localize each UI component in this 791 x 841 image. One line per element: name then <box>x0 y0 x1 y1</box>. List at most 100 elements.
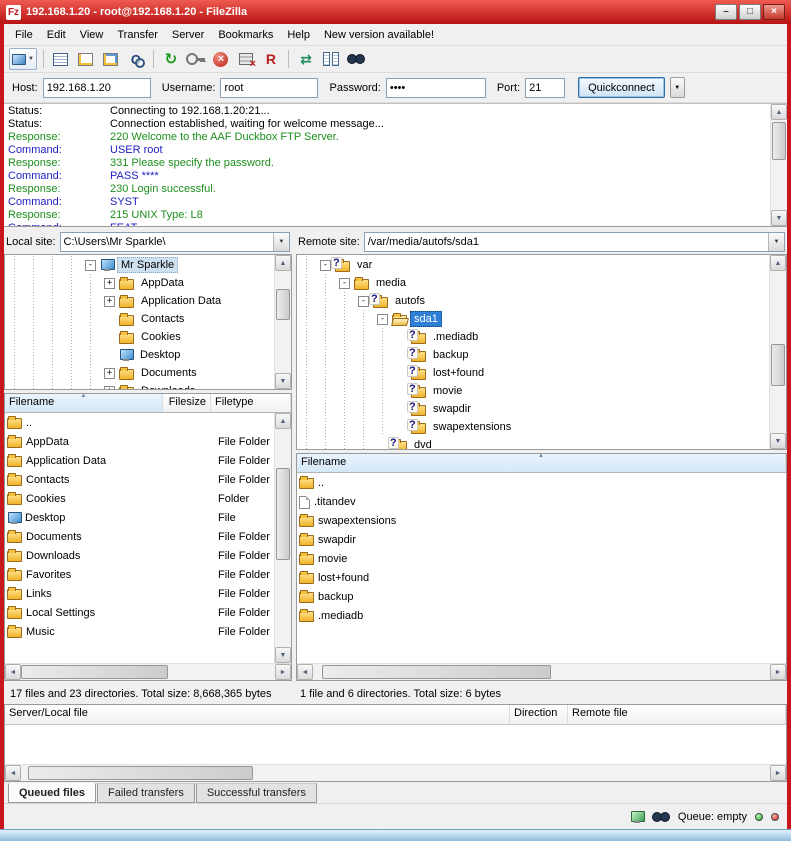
scroll-down-icon[interactable]: ▼ <box>275 373 291 389</box>
remote-file-row-titandev[interactable]: .titandev <box>297 492 786 511</box>
monitor-status-icon[interactable] <box>630 811 644 823</box>
binoculars-status-icon[interactable] <box>652 812 670 822</box>
menu-help[interactable]: Help <box>280 26 317 44</box>
remote-tree-item-media[interactable]: -media <box>297 274 769 292</box>
local-site-dropdown-icon[interactable]: ▼ <box>273 233 289 251</box>
remote-tree-scrollbar[interactable]: ▲ ▼ <box>769 255 786 449</box>
queue-hscrollbar[interactable]: ◄ ► <box>5 764 786 781</box>
remote-file-row-mediadb[interactable]: .mediadb <box>297 606 786 625</box>
tab-failed-transfers[interactable]: Failed transfers <box>97 783 195 803</box>
local-tree-toggle-icon[interactable] <box>75 48 97 70</box>
close-button[interactable]: × <box>763 4 785 20</box>
maximize-button[interactable]: □ <box>739 4 761 20</box>
local-column-filename[interactable]: Filename <box>5 394 163 412</box>
local-file-row-contacts[interactable]: ContactsFile Folder <box>5 470 274 489</box>
local-file-row-cookies[interactable]: CookiesFolder <box>5 489 274 508</box>
local-tree-item-desktop[interactable]: Desktop <box>5 346 274 364</box>
plus-expander-icon[interactable]: + <box>100 368 119 379</box>
local-column-filesize[interactable]: Filesize <box>163 394 211 412</box>
username-input[interactable] <box>220 78 318 98</box>
local-list-scrollbar[interactable]: ▲ ▼ <box>274 413 291 663</box>
site-manager-icon[interactable]: ▼ <box>9 48 37 70</box>
menu-edit[interactable]: Edit <box>40 26 73 44</box>
cancel-icon[interactable] <box>210 48 232 70</box>
host-input[interactable] <box>43 78 151 98</box>
menu-transfer[interactable]: Transfer <box>110 26 165 44</box>
disconnect-icon[interactable] <box>235 48 257 70</box>
remote-file-row-item[interactable]: .. <box>297 473 786 492</box>
site-manager-dropdown-icon[interactable]: ▼ <box>28 56 34 62</box>
scroll-up-icon[interactable]: ▲ <box>275 413 291 429</box>
minus-expander-icon[interactable]: - <box>335 278 354 289</box>
quickconnect-dropdown-icon[interactable]: ▼ <box>670 77 685 98</box>
process-queue-icon[interactable] <box>185 48 207 70</box>
remote-tree-item-lost-found[interactable]: lost+found <box>297 364 769 382</box>
local-column-filetype[interactable]: Filetype <box>211 394 291 412</box>
password-input[interactable] <box>386 78 486 98</box>
remote-tree-item-movie[interactable]: movie <box>297 382 769 400</box>
local-tree-item-application-data[interactable]: +Application Data <box>5 292 274 310</box>
scroll-down-icon[interactable]: ▼ <box>771 210 787 226</box>
scroll-right-icon[interactable]: ► <box>275 664 291 680</box>
remote-file-row-swapdir[interactable]: swapdir <box>297 530 786 549</box>
local-file-row-downloads[interactable]: DownloadsFile Folder <box>5 546 274 565</box>
remote-tree-item-sda1[interactable]: -sda1 <box>297 310 769 328</box>
tab-queued-files[interactable]: Queued files <box>8 783 96 803</box>
remote-file-row-movie[interactable]: movie <box>297 549 786 568</box>
local-tree-item-documents[interactable]: +Documents <box>5 364 274 382</box>
scroll-left-icon[interactable]: ◄ <box>297 664 313 680</box>
local-list-hscrollbar[interactable]: ◄ ► <box>5 663 291 680</box>
plus-expander-icon[interactable]: + <box>100 386 119 390</box>
remote-tree-item-var[interactable]: -var <box>297 256 769 274</box>
find-files-icon[interactable] <box>345 48 367 70</box>
local-file-row-item[interactable]: .. <box>5 413 274 432</box>
minimize-button[interactable]: – <box>715 4 737 20</box>
scroll-left-icon[interactable]: ◄ <box>5 765 21 781</box>
remote-tree-item-swapdir[interactable]: swapdir <box>297 400 769 418</box>
remote-file-row-lost-found[interactable]: lost+found <box>297 568 786 587</box>
plus-expander-icon[interactable]: + <box>100 278 119 289</box>
menu-server[interactable]: Server <box>165 26 211 44</box>
local-file-row-documents[interactable]: DocumentsFile Folder <box>5 527 274 546</box>
menu-file[interactable]: File <box>8 26 40 44</box>
local-tree-item-mr-sparkle[interactable]: -Mr Sparkle <box>5 256 274 274</box>
remote-site-combo[interactable]: ▼ <box>364 232 785 252</box>
tab-successful-transfers[interactable]: Successful transfers <box>196 783 317 803</box>
menu-view[interactable]: View <box>73 26 111 44</box>
message-log-toggle-icon[interactable] <box>50 48 72 70</box>
local-tree-item-downloads[interactable]: +Downloads <box>5 382 274 389</box>
refresh-icon[interactable] <box>160 48 182 70</box>
queue-column-direction[interactable]: Direction <box>510 705 568 724</box>
local-tree-item-appdata[interactable]: +AppData <box>5 274 274 292</box>
directory-comparison-icon[interactable] <box>320 48 342 70</box>
menu-new-version-available[interactable]: New version available! <box>317 26 441 44</box>
scroll-right-icon[interactable]: ► <box>770 664 786 680</box>
remote-list-hscrollbar[interactable]: ◄ ► <box>297 663 786 680</box>
message-log-scrollbar[interactable]: ▲ ▼ <box>770 104 787 226</box>
local-site-combo[interactable]: ▼ <box>60 232 290 252</box>
scroll-right-icon[interactable]: ► <box>770 765 786 781</box>
plus-expander-icon[interactable]: + <box>100 296 119 307</box>
queue-column-remote-file[interactable]: Remote file <box>568 705 786 724</box>
menu-bookmarks[interactable]: Bookmarks <box>211 26 280 44</box>
local-file-row-appdata[interactable]: AppDataFile Folder <box>5 432 274 451</box>
local-file-row-local-settings[interactable]: Local SettingsFile Folder <box>5 603 274 622</box>
remote-site-dropdown-icon[interactable]: ▼ <box>768 233 784 251</box>
remote-tree-toggle-icon[interactable] <box>100 48 122 70</box>
scroll-down-icon[interactable]: ▼ <box>275 647 291 663</box>
local-file-row-favorites[interactable]: FavoritesFile Folder <box>5 565 274 584</box>
remote-tree-item-backup[interactable]: backup <box>297 346 769 364</box>
remote-tree-item-dvd[interactable]: dvd <box>297 436 769 449</box>
local-file-row-links[interactable]: LinksFile Folder <box>5 584 274 603</box>
queue-toggle-icon[interactable] <box>125 48 147 70</box>
remote-site-input[interactable] <box>365 233 768 251</box>
queue-column-server-local-file[interactable]: Server/Local file <box>5 705 510 724</box>
remote-tree-item-autofs[interactable]: -autofs <box>297 292 769 310</box>
scroll-down-icon[interactable]: ▼ <box>770 433 786 449</box>
minus-expander-icon[interactable]: - <box>81 260 100 271</box>
quickconnect-button[interactable]: Quickconnect <box>578 77 665 98</box>
local-file-row-application-data[interactable]: Application DataFile Folder <box>5 451 274 470</box>
synchronized-browsing-icon[interactable] <box>295 48 317 70</box>
reconnect-icon[interactable] <box>260 48 282 70</box>
local-file-row-desktop[interactable]: DesktopFile <box>5 508 274 527</box>
